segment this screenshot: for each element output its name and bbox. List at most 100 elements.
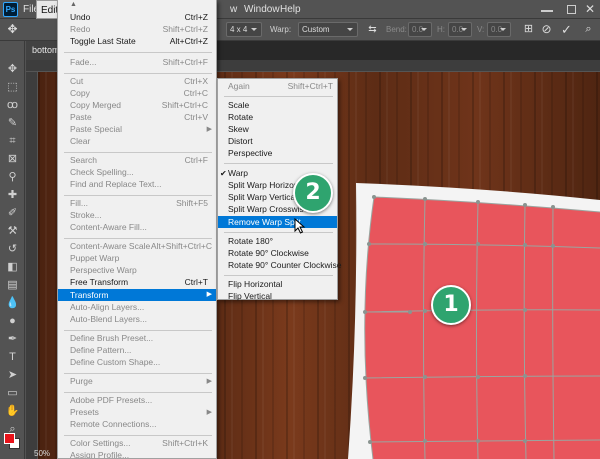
switch-mode-icon[interactable]: ⊞ xyxy=(520,21,537,38)
menu-item-auto-blend[interactable]: Auto-Blend Layers... xyxy=(58,314,216,325)
menu-item-rotate-90-ccw[interactable]: Rotate 90° Counter Clockwise xyxy=(218,260,341,271)
menu-item-cut[interactable]: Cut Ctrl+X xyxy=(58,76,216,87)
menu-item-check-spelling[interactable]: Check Spelling... xyxy=(58,167,216,178)
menu-item-color-settings[interactable]: Color Settings... Shift+Ctrl+K xyxy=(58,438,216,449)
clone-stamp-tool-icon[interactable]: ⚒ xyxy=(3,223,22,239)
menu-item-clear[interactable]: Clear xyxy=(58,136,216,147)
menu-item-define-brush[interactable]: Define Brush Preset... xyxy=(58,333,216,344)
menu-item-find-replace[interactable]: Find and Replace Text... xyxy=(58,179,216,190)
menu-item-auto-align[interactable]: Auto-Align Layers... xyxy=(58,302,216,313)
menu-separator xyxy=(64,392,212,393)
hand-tool-icon[interactable]: ✋ xyxy=(3,403,22,419)
cancel-transform-icon[interactable]: ⊘ xyxy=(538,21,555,38)
bend-input[interactable]: 0.0 xyxy=(408,22,432,37)
menu-item-purge[interactable]: Purge ▶ xyxy=(58,376,216,387)
menu-item-label: Flip Horizontal xyxy=(228,279,283,289)
quick-select-tool-icon[interactable]: ✎ xyxy=(3,115,22,131)
commit-transform-icon[interactable]: ✓ xyxy=(558,21,575,38)
healing-brush-tool-icon[interactable]: ✚ xyxy=(3,187,22,203)
submenu-arrow-icon: ▶ xyxy=(206,378,212,385)
mouse-cursor-icon xyxy=(294,218,306,234)
menu-item-label: Color Settings... xyxy=(70,438,131,448)
pen-tool-icon[interactable]: ✒ xyxy=(3,331,22,347)
menu-item-distort[interactable]: Distort xyxy=(218,136,337,147)
menu-item-perspective[interactable]: Perspective xyxy=(218,148,337,159)
menu-item-puppet-warp[interactable]: Puppet Warp xyxy=(58,253,216,264)
scroll-up-icon[interactable]: ▲ xyxy=(70,1,77,8)
maximize-icon[interactable] xyxy=(567,5,576,14)
menu-item-copy-merged[interactable]: Copy Merged Shift+Ctrl+C xyxy=(58,100,216,111)
menu-item-fill[interactable]: Fill... Shift+F5 xyxy=(58,198,216,209)
menu-item-skew[interactable]: Skew xyxy=(218,124,337,135)
photoshop-logo[interactable]: Ps xyxy=(3,2,18,17)
marquee-tool-icon[interactable]: ⬚ xyxy=(3,79,22,95)
menu-item-flip-horizontal[interactable]: Flip Horizontal xyxy=(218,279,337,290)
menu-item-presets[interactable]: Presets ▶ xyxy=(58,407,216,418)
menu-item-content-aware-scale[interactable]: Content-Aware Scale Alt+Shift+Ctrl+C xyxy=(58,241,216,252)
menu-item-scale[interactable]: Scale xyxy=(218,100,337,111)
menu-item-rotate-180[interactable]: Rotate 180° xyxy=(218,236,337,247)
menu-item-remote-connections[interactable]: Remote Connections... xyxy=(58,419,216,430)
menu-item-pdf-presets[interactable]: Adobe PDF Presets... xyxy=(58,395,216,406)
eyedropper-tool-icon[interactable]: ⚲ xyxy=(3,169,22,185)
history-brush-tool-icon[interactable]: ↺ xyxy=(3,241,22,257)
transform-tool-icon[interactable]: ✥ xyxy=(4,21,21,38)
gradient-tool-icon[interactable]: ▤ xyxy=(3,277,22,293)
foreground-color-swatch[interactable] xyxy=(4,433,15,444)
minimize-icon[interactable] xyxy=(541,10,553,12)
menu-item-paste-special[interactable]: Paste Special ▶ xyxy=(58,124,216,135)
eraser-tool-icon[interactable]: ◧ xyxy=(3,259,22,275)
menu-item-undo[interactable]: Undo Ctrl+Z xyxy=(58,12,216,23)
move-tool-icon[interactable]: ✥ xyxy=(3,61,22,77)
menu-item-content-aware-fill[interactable]: Content-Aware Fill... xyxy=(58,222,216,233)
menu-item-redo[interactable]: Redo Shift+Ctrl+Z xyxy=(58,24,216,35)
dodge-tool-icon[interactable]: ● xyxy=(3,313,22,329)
menu-item-rotate-90-cw[interactable]: Rotate 90° Clockwise xyxy=(218,248,337,259)
menu-item-again[interactable]: Again Shift+Ctrl+T xyxy=(218,81,337,92)
warp-orientation-icon[interactable]: ⇆ xyxy=(364,21,381,38)
menu-item-define-pattern[interactable]: Define Pattern... xyxy=(58,345,216,356)
menu-item-assign-profile[interactable]: Assign Profile... xyxy=(58,450,216,458)
menu-item-flip-vertical[interactable]: Flip Vertical xyxy=(218,291,337,302)
menu-item-shortcut: Shift+Ctrl+C xyxy=(161,100,208,110)
frame-tool-icon[interactable]: ⊠ xyxy=(3,151,22,167)
menu-help[interactable]: Help xyxy=(276,0,305,19)
v-input[interactable]: 0.0 xyxy=(487,22,511,37)
menu-item-label: Free Transform xyxy=(70,277,129,287)
menu-item-define-shape[interactable]: Define Custom Shape... xyxy=(58,357,216,368)
menu-item-search[interactable]: Search Ctrl+F xyxy=(58,155,216,166)
menu-item-transform[interactable]: Transform ▶ xyxy=(58,289,216,301)
h-label: H: xyxy=(437,25,445,34)
close-icon[interactable]: ✕ xyxy=(585,2,595,16)
lasso-tool-icon[interactable]: ꝏ xyxy=(3,97,22,113)
menu-item-label: Perspective xyxy=(228,148,273,158)
menu-item-label: Purge xyxy=(70,376,93,386)
search-icon[interactable]: ⌕ xyxy=(580,21,597,38)
menu-view[interactable]: w xyxy=(226,0,241,19)
blur-tool-icon[interactable]: 💧 xyxy=(3,295,22,311)
menu-item-perspective-warp[interactable]: Perspective Warp xyxy=(58,265,216,276)
menu-item-shortcut: Ctrl+Z xyxy=(184,12,208,22)
brush-tool-icon[interactable]: ✐ xyxy=(3,205,22,221)
menu-item-label: Skew xyxy=(228,124,249,134)
menu-item-label: Define Pattern... xyxy=(70,345,132,355)
menu-item-remove-warp-split[interactable]: Remove Warp Split xyxy=(218,216,337,228)
h-input[interactable]: 0.0 xyxy=(448,22,472,37)
menu-item-paste[interactable]: Paste Ctrl+V xyxy=(58,112,216,123)
type-tool-icon[interactable]: T xyxy=(3,349,22,365)
menu-item-copy[interactable]: Copy Ctrl+C xyxy=(58,88,216,99)
menu-item-rotate[interactable]: Rotate xyxy=(218,112,337,123)
menu-item-free-transform[interactable]: Free Transform Ctrl+T xyxy=(58,277,216,288)
warp-dropdown[interactable]: Custom xyxy=(298,22,358,37)
zoom-level[interactable]: 50% xyxy=(34,449,50,458)
crop-tool-icon[interactable]: ⌗ xyxy=(3,133,22,149)
menu-item-shortcut: Shift+Ctrl+F xyxy=(162,57,208,67)
menu-item-stroke[interactable]: Stroke... xyxy=(58,210,216,221)
menu-item-toggle-last-state[interactable]: Toggle Last State Alt+Ctrl+Z xyxy=(58,36,216,47)
menu-item-fade[interactable]: Fade... Shift+Ctrl+F xyxy=(58,57,216,68)
grid-dropdown[interactable]: 4 x 4 xyxy=(226,22,262,37)
rectangle-tool-icon[interactable]: ▭ xyxy=(3,385,22,401)
menu-item-label: Rotate 90° Counter Clockwise xyxy=(228,260,342,270)
path-selection-tool-icon[interactable]: ➤ xyxy=(3,367,22,383)
menu-separator xyxy=(64,52,212,53)
